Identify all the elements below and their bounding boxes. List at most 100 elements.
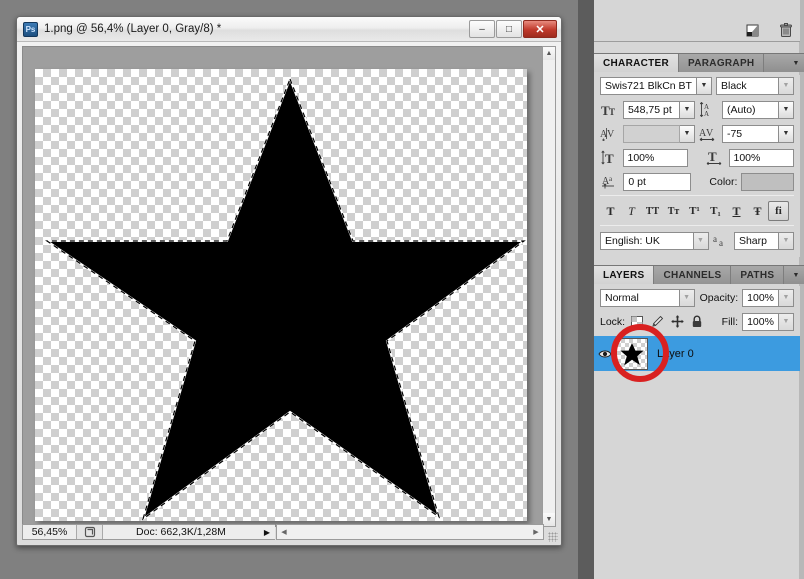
character-panel-menu-icon[interactable]: ▼ bbox=[788, 54, 804, 72]
trash-icon[interactable] bbox=[777, 22, 794, 39]
window-controls: – □ ✕ bbox=[469, 20, 557, 38]
scroll-left-arrow[interactable]: ◀ bbox=[277, 525, 291, 539]
minimize-button[interactable]: – bbox=[469, 20, 495, 38]
page-preview-icon[interactable] bbox=[77, 525, 103, 539]
leading-combo[interactable]: (Auto) ▼ bbox=[721, 100, 794, 119]
canvas-horizontal-scrollbar[interactable]: ◀ ▶ bbox=[276, 524, 544, 540]
font-size-chevron-down-icon[interactable]: ▼ bbox=[680, 100, 695, 119]
leading-chevron-down-icon[interactable]: ▼ bbox=[779, 100, 794, 119]
kerning-tracking-row: AV ▼ AV -75 ▼ bbox=[600, 123, 794, 144]
new-layer-icon[interactable] bbox=[744, 22, 761, 39]
ligatures-button[interactable]: fi bbox=[768, 201, 789, 221]
blend-mode-chevron-down-icon[interactable]: ▼ bbox=[679, 288, 695, 307]
resize-grip[interactable] bbox=[548, 532, 558, 542]
svg-text:T: T bbox=[609, 107, 615, 117]
svg-text:T: T bbox=[708, 150, 717, 164]
font-size-value[interactable]: 548,75 pt bbox=[622, 100, 680, 119]
document-window[interactable]: Ps 1.png @ 56,4% (Layer 0, Gray/8) * – □… bbox=[16, 16, 562, 546]
font-row: Swis721 BlkCn BT ▼ Black ▼ bbox=[600, 75, 794, 96]
scale-row: T 100% T 100% bbox=[600, 147, 794, 168]
scroll-up-arrow[interactable]: ▲ bbox=[543, 47, 555, 60]
document-titlebar[interactable]: Ps 1.png @ 56,4% (Layer 0, Gray/8) * – □… bbox=[17, 17, 561, 42]
tab-paragraph[interactable]: PARAGRAPH bbox=[679, 54, 765, 72]
underline-button[interactable]: T bbox=[726, 201, 747, 221]
maximize-button[interactable]: □ bbox=[496, 20, 522, 38]
subscript-button[interactable]: T₁ bbox=[705, 201, 726, 221]
list-item[interactable]: Layer 0 bbox=[594, 336, 800, 371]
opacity-combo[interactable]: 100% ▼ bbox=[742, 288, 794, 307]
language-combo[interactable]: English: UK ▼ bbox=[600, 231, 709, 250]
all-caps-button[interactable]: TT bbox=[642, 201, 663, 221]
language-chevron-down-icon[interactable]: ▼ bbox=[693, 231, 709, 250]
layer-name-label[interactable]: Layer 0 bbox=[657, 348, 694, 360]
lock-position-icon[interactable] bbox=[669, 313, 685, 331]
lock-all-icon[interactable] bbox=[689, 313, 705, 331]
antialias-icon: aa bbox=[713, 232, 730, 250]
star-thumbnail[interactable] bbox=[616, 337, 648, 370]
blend-mode-combo[interactable]: Normal ▼ bbox=[600, 288, 695, 307]
scroll-down-arrow[interactable]: ▼ bbox=[543, 513, 555, 526]
lock-transparency-icon[interactable] bbox=[629, 313, 645, 331]
small-caps-button[interactable]: Tт bbox=[663, 201, 684, 221]
canvas-vertical-scrollbar[interactable]: ▲ ▼ bbox=[542, 46, 556, 527]
font-size-combo[interactable]: 548,75 pt ▼ bbox=[622, 100, 695, 119]
font-family-combo[interactable]: Swis721 BlkCn BT ▼ bbox=[600, 76, 712, 95]
antialias-combo[interactable]: Sharp ▼ bbox=[733, 231, 794, 250]
layers-panel-controls: Normal ▼ Opacity: 100% ▼ Lock: Fill: 100… bbox=[594, 286, 800, 336]
antialias-value[interactable]: Sharp bbox=[733, 231, 779, 250]
layers-panel-menu-icon[interactable]: ▼ bbox=[788, 266, 804, 284]
character-panel-divider bbox=[600, 195, 794, 196]
font-style-chevron-down-icon[interactable]: ▼ bbox=[779, 76, 794, 95]
svg-text:T: T bbox=[605, 151, 614, 165]
eye-icon[interactable] bbox=[594, 349, 616, 359]
zoom-level-field[interactable]: 56,45% bbox=[23, 525, 77, 539]
character-panel-tabbar[interactable]: CHARACTER PARAGRAPH ▼ bbox=[594, 53, 804, 72]
tab-channels[interactable]: CHANNELS bbox=[654, 266, 732, 284]
tracking-value[interactable]: -75 bbox=[721, 124, 779, 143]
kerning-value[interactable] bbox=[622, 124, 680, 143]
faux-bold-button[interactable]: T bbox=[600, 201, 621, 221]
vertical-scale-value[interactable]: 100% bbox=[622, 148, 688, 167]
kerning-icon: AV bbox=[600, 125, 619, 143]
font-family-value[interactable]: Swis721 BlkCn BT bbox=[600, 76, 697, 95]
workspace-divider bbox=[578, 0, 594, 579]
star-artwork bbox=[43, 76, 527, 521]
baseline-shift-value[interactable]: 0 pt bbox=[623, 172, 692, 191]
tracking-chevron-down-icon[interactable]: ▼ bbox=[779, 124, 794, 143]
font-size-leading-row: TT 548,75 pt ▼ AA (Auto) ▼ bbox=[600, 99, 794, 120]
text-color-swatch[interactable] bbox=[741, 172, 795, 191]
canvas-viewport[interactable] bbox=[22, 46, 544, 527]
layers-panel-tabbar[interactable]: LAYERS CHANNELS PATHS ▼ bbox=[594, 265, 804, 284]
tracking-combo[interactable]: -75 ▼ bbox=[721, 124, 794, 143]
fill-value[interactable]: 100% bbox=[742, 312, 779, 331]
scroll-right-arrow[interactable]: ▶ bbox=[529, 525, 543, 539]
opacity-chevron-down-icon[interactable]: ▼ bbox=[779, 288, 794, 307]
font-family-chevron-down-icon[interactable]: ▼ bbox=[697, 76, 712, 95]
horizontal-scale-value[interactable]: 100% bbox=[728, 148, 794, 167]
opacity-value[interactable]: 100% bbox=[742, 288, 779, 307]
tab-character[interactable]: CHARACTER bbox=[594, 54, 680, 72]
font-style-combo[interactable]: Black ▼ bbox=[716, 76, 794, 95]
lock-image-pixels-icon[interactable] bbox=[649, 313, 665, 331]
character-panel-body: Swis721 BlkCn BT ▼ Black ▼ TT 548,75 pt … bbox=[594, 75, 800, 257]
fill-combo[interactable]: 100% ▼ bbox=[742, 312, 794, 331]
superscript-button[interactable]: T¹ bbox=[684, 201, 705, 221]
vertical-scale-icon: T bbox=[600, 149, 619, 167]
tab-layers[interactable]: LAYERS bbox=[594, 266, 655, 284]
leading-value[interactable]: (Auto) bbox=[721, 100, 779, 119]
blend-mode-value[interactable]: Normal bbox=[600, 288, 680, 307]
language-value[interactable]: English: UK bbox=[600, 231, 694, 250]
kerning-combo[interactable]: ▼ bbox=[622, 124, 695, 143]
canvas-sheet[interactable] bbox=[35, 69, 527, 521]
kerning-chevron-down-icon[interactable]: ▼ bbox=[680, 124, 695, 143]
panel-button-strip bbox=[594, 0, 800, 42]
close-button[interactable]: ✕ bbox=[523, 20, 557, 38]
antialias-chevron-down-icon[interactable]: ▼ bbox=[779, 231, 794, 250]
tab-paths[interactable]: PATHS bbox=[731, 266, 785, 284]
font-style-value[interactable]: Black bbox=[716, 76, 779, 95]
strikethrough-button[interactable]: Ŧ bbox=[747, 201, 768, 221]
status-expand-arrow[interactable]: ▶ bbox=[259, 525, 275, 539]
svg-text:A: A bbox=[704, 110, 709, 117]
fill-chevron-down-icon[interactable]: ▼ bbox=[779, 312, 794, 331]
faux-italic-button[interactable]: T bbox=[621, 201, 642, 221]
